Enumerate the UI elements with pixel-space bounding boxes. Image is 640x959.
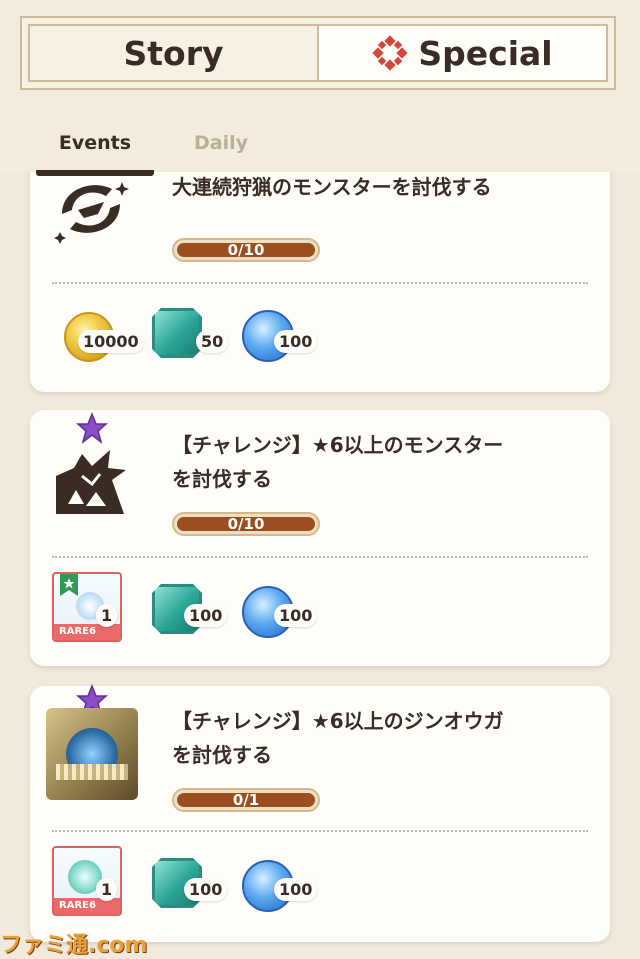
reward-amount: 100 <box>274 878 318 901</box>
quest-title: 【チャレンジ】★6以上のジンオウガ を討伐する <box>172 704 592 772</box>
reward-amount: 50 <box>196 330 229 353</box>
reward-amount: 10000 <box>78 330 144 353</box>
multi-hunt-icon <box>54 182 129 244</box>
reward-amount: 1 <box>96 878 118 901</box>
reward-coin[interactable]: 10000 <box>64 308 144 364</box>
rarity-label: RARE6 <box>54 898 120 914</box>
special-tab-button[interactable]: Special <box>317 26 606 80</box>
reward-orb[interactable]: 100 <box>242 308 322 364</box>
progress-text: 0/10 <box>227 241 265 259</box>
header: Story Special Events Daily <box>0 0 640 176</box>
zinogre-portrait-icon <box>46 708 138 800</box>
quest-progress-bar: 0/10 <box>172 238 320 262</box>
rarity-label: RARE6 <box>54 624 120 640</box>
bookmark-icon <box>60 574 78 596</box>
reward-orb[interactable]: 100 <box>242 584 322 640</box>
story-tab-button[interactable]: Story <box>30 26 317 80</box>
quest-progress-bar: 0/1 <box>172 788 320 812</box>
reward-amount: 1 <box>96 604 118 627</box>
reward-orb[interactable]: 100 <box>242 858 322 914</box>
reward-gem[interactable]: 50 <box>152 308 232 364</box>
reward-amount: 100 <box>184 878 228 901</box>
quest-title-line: を討伐する <box>172 467 272 491</box>
special-label: Special <box>418 33 553 73</box>
quest-title-line: を討伐する <box>172 743 272 767</box>
reward-amount: 100 <box>274 604 318 627</box>
quest-card[interactable]: 【チャレンジ】★6以上のジンオウガ を討伐する 0/1 RARE6 1 100 … <box>30 684 610 942</box>
gem-icon <box>152 308 202 358</box>
reward-gem[interactable]: 100 <box>152 584 232 640</box>
reward-item[interactable]: RARE6 1 <box>52 846 126 918</box>
reward-gem[interactable]: 100 <box>152 858 232 914</box>
mode-switch: Story Special <box>20 16 616 90</box>
progress-text: 0/10 <box>227 515 265 533</box>
quest-card[interactable]: 【チャレンジ】★6以上のモンスター を討伐する 0/10 RARE6 1 100 <box>30 410 610 666</box>
quest-title-line: 【チャレンジ】★6以上のモンスター <box>172 433 504 457</box>
divider <box>52 830 588 832</box>
reward-amount: 100 <box>274 330 318 353</box>
quest-progress-bar: 0/10 <box>172 512 320 536</box>
reward-item[interactable]: RARE6 1 <box>52 572 126 644</box>
purple-star-icon <box>76 412 108 444</box>
tab-daily[interactable]: Daily <box>176 130 266 170</box>
watermark: ファミ通.com <box>0 933 148 958</box>
special-emblem-icon <box>372 35 409 71</box>
quest-title: 大連続狩猟のモンスターを討伐する <box>172 175 492 199</box>
quest-title: 【チャレンジ】★6以上のモンスター を討伐する <box>172 428 592 496</box>
progress-text: 0/1 <box>232 791 260 809</box>
reward-amount: 100 <box>184 604 228 627</box>
divider <box>52 556 588 558</box>
monster-maw-icon <box>56 450 126 514</box>
tab-events[interactable]: Events <box>36 130 154 176</box>
quest-title-line: 【チャレンジ】★6以上のジンオウガ <box>172 709 504 733</box>
divider <box>52 282 588 284</box>
story-label: Story <box>123 33 224 73</box>
quest-tabs: Events Daily <box>36 130 596 176</box>
